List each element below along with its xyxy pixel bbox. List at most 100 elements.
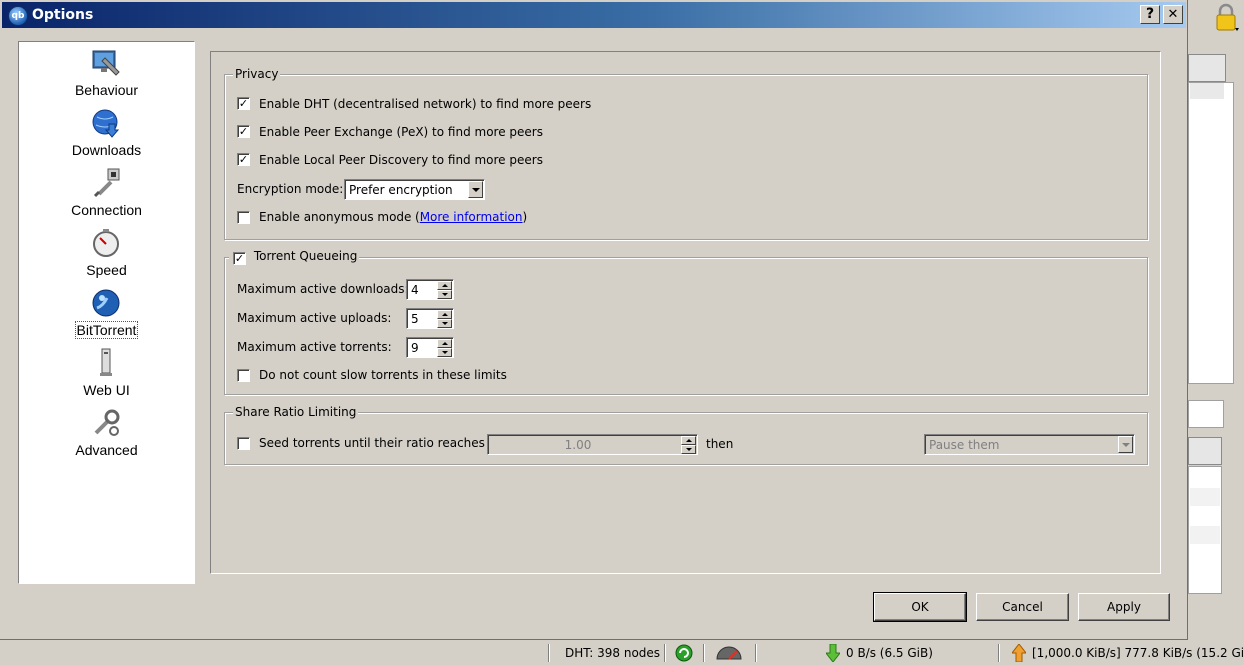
spin-up-icon[interactable] [681,436,696,445]
cancel-button[interactable]: Cancel [976,593,1069,621]
lock-icon [1216,3,1239,31]
torrent-queueing-checkbox[interactable]: ✓ [233,252,246,265]
title-bar[interactable]: qb Options ? ✕ [2,2,1186,28]
ratio-action-select[interactable]: Pause them [924,434,1135,455]
privacy-group-title: Privacy [233,67,281,81]
max-uploads-label: Maximum active uploads: [237,311,392,325]
nav-item-downloads[interactable]: Downloads [19,106,194,166]
speed-limit-icon[interactable] [715,645,743,661]
spin-up-icon[interactable] [437,310,452,319]
download-speed-status: 0 B/s (6.5 GiB) [846,646,933,660]
nav-label: Connection [71,202,142,218]
encryption-mode-select[interactable]: Prefer encryption [344,179,485,200]
status-separator [703,644,705,662]
spin-down-icon[interactable] [437,319,452,328]
slow-torrents-checkbox[interactable] [237,369,250,382]
share-ratio-group: Share Ratio Limiting Seed torrents until… [224,405,1148,465]
share-ratio-group-title: Share Ratio Limiting [233,405,359,419]
connection-status-icon[interactable] [675,644,693,662]
background-field [1188,400,1224,428]
ratio-spinbox[interactable]: 1.00 [487,434,698,455]
more-information-text: (More information) [415,210,527,224]
background-list-row [1190,488,1220,506]
max-uploads-spinbox[interactable]: 5 [406,308,454,329]
seed-ratio-checkbox[interactable] [237,437,250,450]
privacy-group: Privacy ✓ Enable DHT (decentralised netw… [224,67,1148,240]
status-bar: DHT: 398 nodes 0 B/s (6.5 GiB) [1,000.0 … [0,641,1244,665]
apply-button[interactable]: Apply [1078,593,1170,621]
nav-item-speed[interactable]: Speed [19,226,194,286]
window-title: Options [32,7,94,23]
pex-label: Enable Peer Exchange (PeX) to find more … [259,125,543,139]
torrent-queueing-title: Torrent Queueing [253,249,358,263]
monitor-icon [92,50,120,76]
spin-up-icon[interactable] [437,339,452,348]
status-separator [664,644,666,662]
background-list-row [1190,526,1220,544]
then-label: then [706,437,734,451]
chevron-down-icon[interactable] [468,181,483,198]
wrench-icon [94,409,120,436]
status-separator [755,644,757,662]
chevron-down-icon[interactable] [1118,436,1133,453]
spin-up-icon[interactable] [437,281,452,290]
anonymous-mode-label: Enable anonymous mode [259,210,412,224]
nav-item-connection[interactable]: Connection [19,166,194,226]
nav-item-behaviour[interactable]: Behaviour [19,46,194,106]
dht-label: Enable DHT (decentralised network) to fi… [259,97,592,111]
background-list-row [1190,83,1224,99]
more-information-link[interactable]: More information [420,210,523,224]
anonymous-mode-checkbox[interactable] [237,211,250,224]
bittorrent-icon [92,289,120,317]
slow-torrents-label: Do not count slow torrents in these limi… [259,368,507,382]
ok-button[interactable]: OK [873,592,967,622]
lpd-label: Enable Local Peer Discovery to find more… [259,153,543,167]
qbittorrent-logo-icon: qb [8,6,28,26]
nav-label: Downloads [71,142,142,158]
background-list [1188,82,1234,384]
nav-label: Advanced [75,442,138,458]
spin-down-icon[interactable] [681,445,696,454]
upload-arrow-icon [1012,644,1026,662]
dht-checkbox[interactable]: ✓ [237,97,250,110]
max-downloads-value: 4 [411,283,419,297]
close-button[interactable]: ✕ [1163,5,1183,24]
server-icon [100,348,112,376]
spin-down-icon[interactable] [437,348,452,357]
network-plug-icon [93,168,120,198]
pex-checkbox[interactable]: ✓ [237,125,250,138]
bittorrent-settings-panel: Privacy ✓ Enable DHT (decentralised netw… [210,51,1161,574]
lpd-checkbox[interactable]: ✓ [237,153,250,166]
nav-label: Web UI [83,382,130,398]
max-downloads-label: Maximum active downloads: [237,282,409,296]
ratio-action-value: Pause them [929,438,1000,452]
globe-download-icon [92,109,120,138]
max-uploads-value: 5 [411,312,419,326]
nav-label: Behaviour [74,82,139,98]
help-button[interactable]: ? [1140,5,1160,24]
status-separator [548,644,550,662]
max-torrents-label: Maximum active torrents: [237,340,392,354]
ratio-value: 1.00 [564,438,592,452]
dht-nodes-status: DHT: 398 nodes [565,646,661,660]
encryption-mode-label: Encryption mode: [237,182,344,196]
spin-down-icon[interactable] [437,290,452,299]
torrent-queueing-header: ✓ Torrent Queueing [229,249,360,265]
nav-label: BitTorrent [74,321,139,339]
status-separator [998,644,1000,662]
download-arrow-icon [826,644,840,662]
max-downloads-spinbox[interactable]: 4 [406,279,454,300]
nav-item-webui[interactable]: Web UI [19,346,194,406]
torrent-queueing-group: ✓ Torrent Queueing Maximum active downlo… [224,249,1148,395]
seed-ratio-label: Seed torrents until their ratio reaches [259,436,485,450]
options-category-list: Behaviour Downloads Connection Speed Bit… [18,41,195,584]
upload-speed-status: [1,000.0 KiB/s] 777.8 KiB/s (15.2 GiB) [1032,646,1244,660]
nav-item-advanced[interactable]: Advanced [19,406,194,466]
max-torrents-spinbox[interactable]: 9 [406,337,454,358]
options-dialog: qb Options ? ✕ Behaviour Downloads Conne… [0,0,1188,640]
nav-label: Speed [86,262,127,278]
encryption-mode-value: Prefer encryption [349,183,453,197]
background-button [1188,437,1222,465]
nav-item-bittorrent[interactable]: BitTorrent [19,286,194,346]
background-button [1188,54,1226,82]
